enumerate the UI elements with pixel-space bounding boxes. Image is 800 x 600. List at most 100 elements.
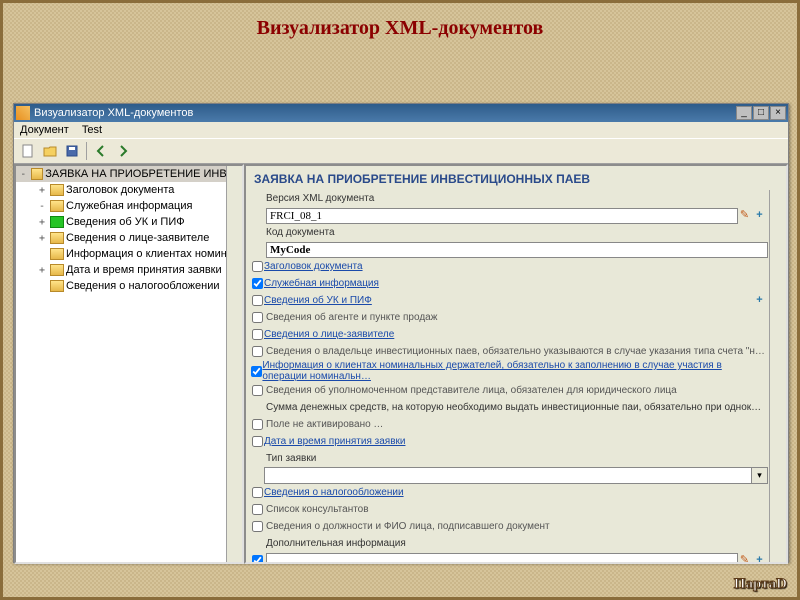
menu-document[interactable]: Документ [20, 124, 69, 136]
nav-left-button[interactable] [91, 141, 111, 161]
checkbox[interactable] [252, 278, 263, 289]
checkbox[interactable] [252, 329, 263, 340]
checkbox[interactable] [251, 366, 262, 377]
form-row: ▾ [246, 467, 786, 484]
close-button[interactable]: × [770, 106, 786, 120]
form-row: Служебная информация [246, 275, 786, 292]
form-row [246, 241, 786, 258]
open-button[interactable] [40, 141, 60, 161]
tree-item-label: Сведения о лице-заявителе [66, 232, 209, 244]
form-row: Сведения о лице-заявителе [246, 326, 786, 343]
checkbox[interactable] [252, 295, 263, 306]
form-scroll[interactable]: Версия XML документа✎+Код документаЗагол… [246, 190, 786, 562]
form-row: Сумма денежных средств, на которую необх… [246, 399, 786, 416]
tree-item-label: Заголовок документа [66, 184, 174, 196]
chevron-down-icon[interactable]: ▾ [751, 468, 767, 483]
folder-icon [50, 264, 64, 276]
plus-icon[interactable]: + [753, 209, 766, 222]
folder-icon [50, 184, 64, 196]
form-row: Сведения об УК и ПИФ + [246, 292, 786, 309]
app-icon [16, 106, 30, 120]
tree-item[interactable]: +Сведения об УК и ПИФ [16, 214, 242, 230]
field-link[interactable]: Дата и время принятия заявки [264, 436, 405, 447]
collapse-icon[interactable]: - [18, 169, 29, 180]
checkbox[interactable] [252, 504, 263, 515]
tree-item[interactable]: Информация о клиентах номинал [16, 246, 242, 262]
field-label: Тип заявки [264, 452, 768, 465]
field-label: Сумма денежных средств, на которую необх… [264, 401, 768, 414]
tree-pane[interactable]: - ЗАЯВКА НА ПРИОБРЕТЕНИЕ ИНВЕС + Заголово… [14, 164, 244, 564]
page-title: Визуализатор XML-документов [3, 3, 797, 64]
field-label: Сведения об агенте и пункте продаж [264, 311, 768, 324]
nav-right-button[interactable] [113, 141, 133, 161]
field-label: Поле не активировано … [264, 418, 768, 431]
form-row: Сведения об уполномоченном представителе… [246, 382, 786, 399]
plus-icon[interactable]: + [753, 294, 766, 307]
tree-item[interactable]: +Дата и время принятия заявки [16, 262, 242, 278]
save-button[interactable] [62, 141, 82, 161]
folder-icon [50, 200, 64, 212]
form-row: Дата и время принятия заявки [246, 433, 786, 450]
field-label: Дополнительная информация [264, 537, 768, 550]
brand-logo: ПартаD [734, 576, 787, 593]
checkbox[interactable] [252, 555, 263, 562]
form-row: ✎+ [246, 552, 786, 562]
form-row: Поле не активировано … [246, 416, 786, 433]
field-label: Сведения о владельце инвестиционных паев… [264, 345, 768, 358]
field-link[interactable]: Сведения об УК и ПИФ [264, 295, 372, 306]
new-button[interactable] [18, 141, 38, 161]
edit-icon[interactable]: ✎ [738, 209, 751, 222]
checkbox[interactable] [252, 436, 263, 447]
green-box-icon [50, 216, 64, 228]
tree-item[interactable]: + Сведения о лице-заявителе [16, 230, 242, 246]
checkbox[interactable] [252, 419, 263, 430]
toolbar [14, 138, 788, 164]
field-link[interactable]: Информация о клиентах номинальных держат… [262, 360, 768, 382]
maximize-button[interactable]: □ [753, 106, 769, 120]
form-row: Сведения о должности и ФИО лица, подписа… [246, 518, 786, 535]
checkbox[interactable] [252, 487, 263, 498]
tree-item-label: Информация о клиентах номинал [66, 248, 239, 260]
tree-item[interactable]: Сведения о налогообложении [16, 278, 242, 294]
expand-icon[interactable]: + [36, 217, 48, 228]
folder-icon [50, 232, 64, 244]
folder-icon [31, 168, 44, 180]
text-input[interactable] [266, 553, 738, 563]
expand-icon[interactable]: + [36, 265, 48, 276]
expand-icon[interactable]: + [36, 233, 48, 244]
tree-root-label: ЗАЯВКА НА ПРИОБРЕТЕНИЕ ИНВЕС [45, 168, 242, 180]
field-link[interactable]: Сведения о лице-заявителе [264, 329, 394, 340]
menu-test[interactable]: Test [82, 124, 102, 136]
checkbox[interactable] [252, 312, 263, 323]
expand-icon[interactable]: + [36, 185, 48, 196]
tree-root[interactable]: - ЗАЯВКА НА ПРИОБРЕТЕНИЕ ИНВЕС [16, 166, 242, 182]
plus-icon[interactable]: + [753, 554, 766, 562]
tree-item[interactable]: + Заголовок документа [16, 182, 242, 198]
field-link[interactable]: Заголовок документа [264, 261, 363, 272]
field-link[interactable]: Сведения о налогообложении [264, 487, 404, 498]
form-row: Код документа [246, 224, 786, 241]
dropdown[interactable]: ▾ [264, 467, 768, 484]
form-row: Сведения о владельце инвестиционных паев… [246, 343, 786, 360]
checkbox[interactable] [252, 521, 263, 532]
folder-icon [50, 280, 64, 292]
text-input[interactable] [266, 208, 738, 224]
field-link[interactable]: Служебная информация [264, 278, 379, 289]
minimize-button[interactable]: _ [736, 106, 752, 120]
text-input[interactable] [266, 242, 768, 258]
collapse-icon[interactable]: - [36, 201, 48, 212]
checkbox[interactable] [252, 261, 263, 272]
tree-item-label: Сведения о налогообложении [66, 280, 220, 292]
form-row: Тип заявки [246, 450, 786, 467]
form-row: Сведения об агенте и пункте продаж [246, 309, 786, 326]
checkbox[interactable] [252, 385, 263, 396]
edit-icon[interactable]: ✎ [738, 554, 751, 562]
checkbox[interactable] [252, 346, 263, 357]
form-row: ✎+ [246, 207, 786, 224]
folder-icon [50, 248, 64, 260]
tree-item-label: Служебная информация [66, 200, 192, 212]
form-pane: ЗАЯВКА НА ПРИОБРЕТЕНИЕ ИНВЕСТИЦИОННЫХ ПА… [244, 164, 788, 564]
field-label: Версия XML документа [264, 192, 768, 205]
tree-item[interactable]: - Служебная информация [16, 198, 242, 214]
form-row: Информация о клиентах номинальных держат… [246, 360, 786, 382]
